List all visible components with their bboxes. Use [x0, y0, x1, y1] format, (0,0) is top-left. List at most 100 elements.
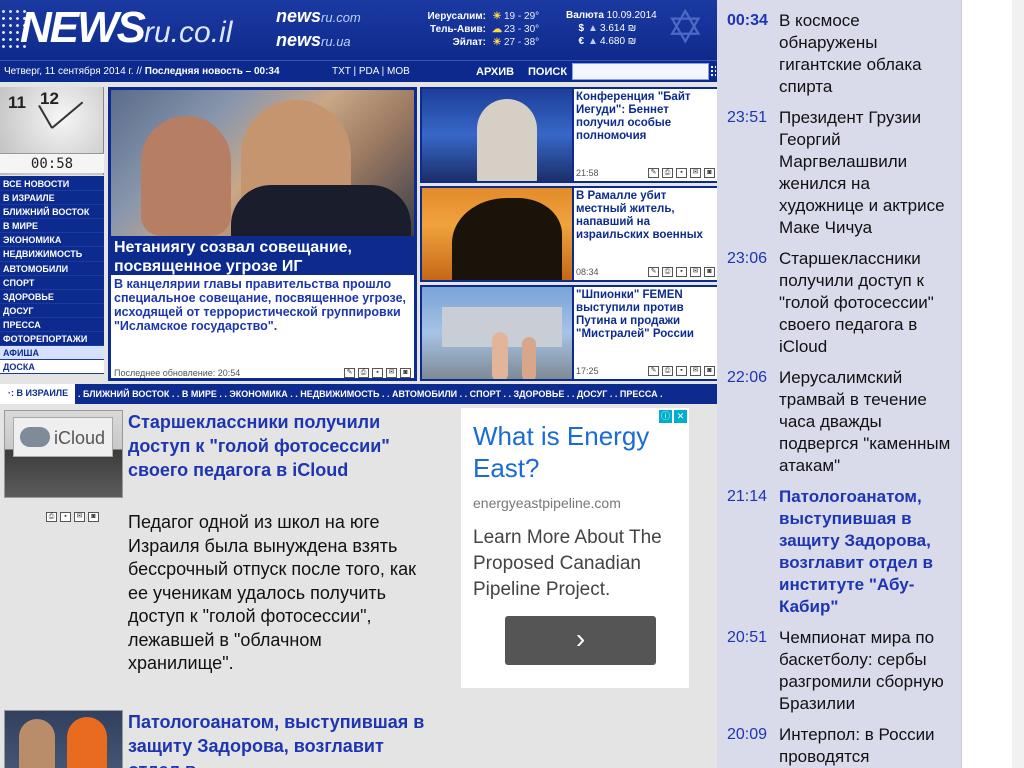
category-current[interactable]: ·: В ИЗРАИЛЕ [0, 384, 75, 404]
main-story-photo[interactable] [111, 90, 414, 236]
clock-time: 00:58 [0, 153, 104, 173]
feed-title[interactable]: Чемпионат мира по баскетболу: сербы разг… [779, 627, 954, 715]
ad-arrow-button[interactable]: › [505, 616, 656, 665]
camera-icon[interactable]: ◙ [704, 168, 715, 178]
nav-item[interactable]: ЗДОРОВЬЕ [0, 290, 104, 304]
nav-item[interactable]: ФОТОРЕПОРТАЖИ [0, 332, 104, 347]
feed-item[interactable]: 00:34 В космосе обнаружены гигантские обл… [717, 10, 961, 98]
weather-temp: 27 - 38° [504, 37, 540, 48]
side-story-time: 08:34 [576, 267, 599, 277]
ad-url[interactable]: energyeastpipeline.com [473, 495, 621, 511]
article-title[interactable]: Старшеклассники получили доступ к "голой… [128, 410, 428, 482]
search-label[interactable]: ПОИСК [528, 66, 567, 78]
archive-link[interactable]: АРХИВ [476, 66, 514, 78]
nav-item[interactable]: НЕДВИЖИМОСТЬ [0, 247, 104, 262]
side-story-title[interactable]: В Рамалле убит местный житель, напавший … [574, 188, 717, 266]
search-submit-button[interactable] [710, 65, 716, 78]
side-story-footer: 17:25 ✎ ⎙ ▪ ✉ ◙ [574, 365, 717, 379]
nav-item[interactable]: СПОРТ [0, 276, 104, 290]
mirror-link-com[interactable]: newsru.com [276, 6, 361, 27]
article-title[interactable]: Патологоанатом, выступившая в защиту Зад… [128, 710, 428, 768]
side-story-photo[interactable] [422, 188, 572, 280]
weather-temp: 19 - 29° [504, 11, 540, 22]
print-icon[interactable]: ⎙ [662, 366, 673, 376]
feed-item[interactable]: 21:14 Патологоанатом, выступившая в защит… [717, 486, 961, 618]
nav-item[interactable]: ДОСУГ [0, 304, 104, 318]
email-icon[interactable]: ✉ [690, 267, 701, 277]
save-icon[interactable]: ▪ [60, 512, 71, 522]
nav-item[interactable]: ДОСКА [0, 360, 104, 375]
current-date: Четверг, 11 сентября 2014 г. // [4, 66, 142, 77]
advertisement[interactable]: ⓘ ✕ What is Energy East? energyeastpipeli… [461, 408, 689, 688]
main-story[interactable]: Нетаниягу созвал совещание, посвященное … [108, 87, 417, 381]
article-thumbnail[interactable]: iCloud [4, 410, 123, 498]
save-icon[interactable]: ▪ [676, 366, 687, 376]
main-story-title[interactable]: Нетаниягу созвал совещание, посвященное … [111, 236, 414, 275]
save-icon[interactable]: ▪ [676, 168, 687, 178]
side-story[interactable]: "Шпионки" FEMEN выступили против Путина … [420, 285, 717, 381]
feed-time: 20:51 [727, 629, 768, 646]
print-icon[interactable]: ⎙ [662, 267, 673, 277]
side-story[interactable]: В Рамалле убит местный житель, напавший … [420, 186, 717, 282]
arrow-up-icon: ▲ [588, 23, 598, 34]
print-icon[interactable]: ⎙ [662, 168, 673, 178]
photo-figure [141, 116, 231, 236]
feed-title[interactable]: Старшеклассники получили доступ к "голой… [779, 248, 954, 358]
side-story[interactable]: Конференция "Байт Иегуди": Беннет получи… [420, 87, 717, 183]
camera-icon[interactable]: ◙ [704, 267, 715, 277]
email-icon[interactable]: ✉ [74, 512, 85, 522]
nav-item[interactable]: ЭКОНОМИКА [0, 233, 104, 248]
search-input[interactable] [572, 63, 709, 80]
side-story-photo[interactable] [422, 89, 572, 181]
feed-item[interactable]: 22:06 Иерусалимский трамвай в течение час… [717, 367, 961, 477]
feed-item[interactable]: 23:06 Старшеклассники получили доступ к "… [717, 248, 961, 358]
pencil-icon[interactable]: ✎ [648, 267, 659, 277]
nav-item[interactable]: ПРЕССА [0, 318, 104, 333]
feed-time: 21:14 [727, 488, 768, 505]
pencil-icon[interactable]: ✎ [648, 168, 659, 178]
feed-item[interactable]: 20:09 Интерпол: в России проводятся [717, 724, 961, 768]
pencil-icon[interactable]: ✎ [344, 368, 355, 378]
nav-item[interactable]: В МИРЕ [0, 219, 104, 234]
mirror-link-ua[interactable]: newsru.ua [276, 30, 351, 51]
side-story-title[interactable]: "Шпионки" FEMEN выступили против Путина … [574, 287, 717, 365]
latest-news-link[interactable]: Последняя новость – 00:34 [145, 66, 280, 77]
site-logo[interactable]: NEWSru.co.il [20, 3, 232, 53]
feed-item[interactable]: 23:51 Президент Грузии Георгий Маргвелашв… [717, 107, 961, 239]
format-links[interactable]: TXT | PDA | MOB [332, 66, 410, 77]
nav-item[interactable]: В ИЗРАИЛЕ [0, 191, 104, 206]
camera-icon[interactable]: ◙ [88, 512, 99, 522]
article-thumbnail[interactable] [4, 710, 123, 768]
camera-icon[interactable]: ◙ [400, 368, 411, 378]
feed-title[interactable]: Патологоанатом, выступившая в защиту Зад… [779, 486, 954, 618]
nav-item[interactable]: ВСЕ НОВОСТИ [0, 177, 104, 192]
feed-item[interactable]: 20:51 Чемпионат мира по баскетболу: сербы… [717, 627, 961, 715]
sun-icon: ☀ [492, 11, 502, 22]
print-icon[interactable]: ⎙ [46, 512, 57, 522]
feed-title[interactable]: В космосе обнаружены гигантские облака с… [779, 10, 954, 98]
currency-row: € ▲ 4.680 ₪ [566, 35, 657, 48]
feed-title[interactable]: Иерусалимский трамвай в течение часа два… [779, 367, 954, 477]
save-icon[interactable]: ▪ [372, 368, 383, 378]
feed-title[interactable]: Интерпол: в России проводятся [779, 724, 954, 768]
camera-icon[interactable]: ◙ [704, 366, 715, 376]
feed-time: 20:09 [727, 726, 768, 743]
feed-title[interactable]: Президент Грузии Георгий Маргвелашвили ж… [779, 107, 954, 239]
nav-item[interactable]: АФИША [0, 346, 104, 361]
nav-item[interactable]: АВТОМОБИЛИ [0, 262, 104, 276]
side-story-photo[interactable] [422, 287, 572, 379]
star-of-david-icon: ✡ [666, 1, 705, 53]
nav-item[interactable]: БЛИЖНИЙ ВОСТОК [0, 205, 104, 220]
print-icon[interactable]: ⎙ [358, 368, 369, 378]
currency-value: 3.614 ₪ [600, 23, 637, 34]
email-icon[interactable]: ✉ [386, 368, 397, 378]
ad-headline[interactable]: What is Energy East? [473, 420, 683, 484]
save-icon[interactable]: ▪ [676, 267, 687, 277]
scrollbar[interactable] [1012, 0, 1024, 768]
weather-widget: Иерусалим: ☀ 19 - 29° Тель-Авив: ☁ 23 - 30° … [420, 10, 560, 49]
pencil-icon[interactable]: ✎ [648, 366, 659, 376]
email-icon[interactable]: ✉ [690, 168, 701, 178]
category-links[interactable]: . БЛИЖНИЙ ВОСТОК . . В МИРЕ . . ЭКОНОМИК… [78, 389, 663, 399]
side-story-title[interactable]: Конференция "Байт Иегуди": Беннет получи… [574, 89, 717, 167]
email-icon[interactable]: ✉ [690, 366, 701, 376]
